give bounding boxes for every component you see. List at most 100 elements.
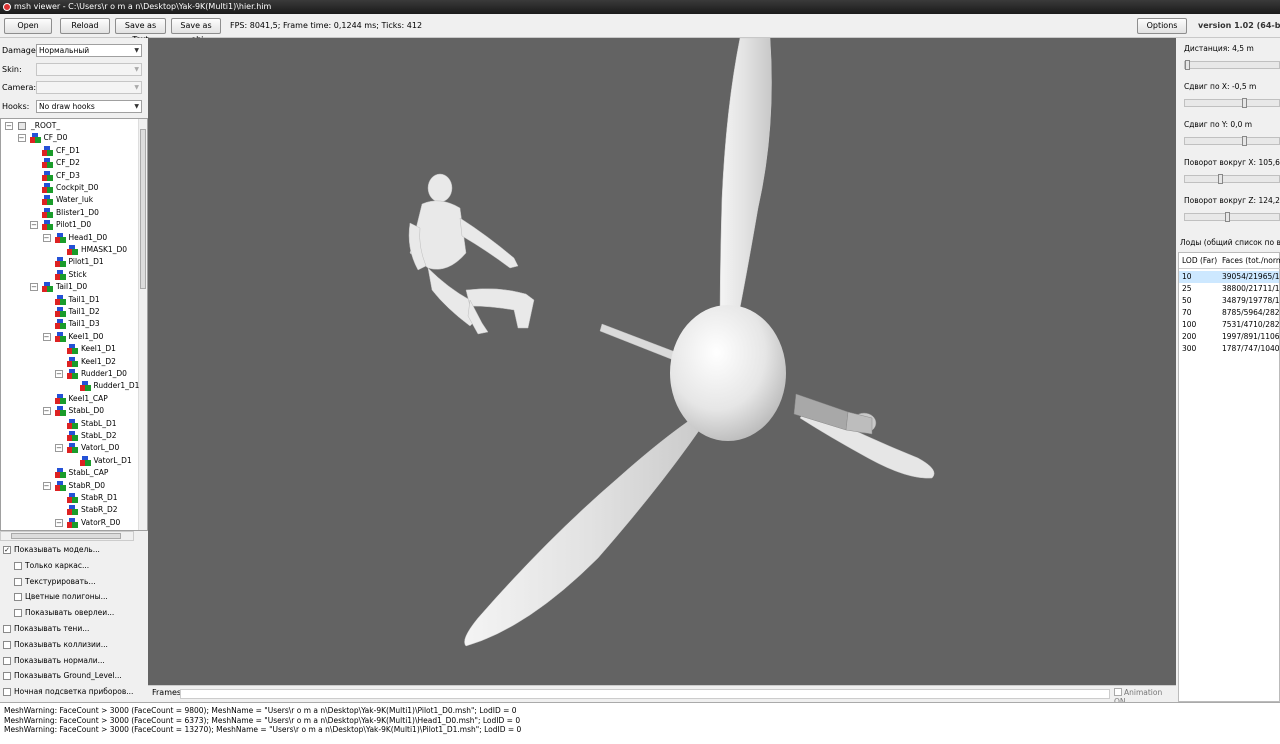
- slider-track[interactable]: [1184, 136, 1280, 146]
- camera-select[interactable]: ▼: [36, 81, 142, 94]
- reload-button[interactable]: Reload: [60, 18, 110, 34]
- lods-col-faces[interactable]: Faces (tot./norm.: [1222, 253, 1280, 269]
- lod-value: 200: [1182, 332, 1197, 341]
- tree-expander-icon[interactable]: −: [42, 233, 51, 242]
- mesh-node-icon: [54, 307, 66, 317]
- faces-value: 34879/19778/151: [1222, 296, 1280, 305]
- slider-knob[interactable]: [1224, 212, 1230, 222]
- option-label: Текстурировать...: [25, 576, 96, 586]
- options-button[interactable]: Options: [1137, 18, 1187, 34]
- tree-expander-icon[interactable]: −: [55, 370, 63, 378]
- mesh-node-icon: [54, 232, 66, 243]
- slider-label: Сдвиг по X: -0,5 m: [1184, 82, 1257, 91]
- tree-expander-icon[interactable]: −: [55, 518, 63, 527]
- 3d-viewport[interactable]: [148, 38, 1176, 685]
- checkbox-box[interactable]: [3, 688, 11, 697]
- tree-horizontal-scrollbar[interactable]: [0, 531, 134, 541]
- checkbox-box[interactable]: [1114, 688, 1122, 696]
- faces-value: 1787/747/1040: [1222, 344, 1280, 353]
- mesh-node-icon: [54, 468, 66, 479]
- mesh-node-icon: [54, 269, 66, 280]
- tree-item-label: Tail1_D1: [68, 294, 100, 304]
- damage-select[interactable]: Нормальный ▼: [36, 44, 142, 57]
- scrollbar-thumb[interactable]: [11, 533, 121, 539]
- slider-track[interactable]: [1184, 60, 1280, 70]
- checkbox-box[interactable]: [14, 561, 22, 570]
- lod-value: 10: [1182, 272, 1192, 281]
- faces-value: 7531/4710/2821: [1222, 320, 1280, 329]
- tree-item-label: Cockpit_D0: [56, 183, 99, 192]
- slider-label: Поворот вокруг X: 105,6°: [1184, 158, 1280, 167]
- tree-expander-icon[interactable]: −: [42, 481, 51, 490]
- tree-item-label: CF_D2: [56, 158, 80, 168]
- checkbox-box[interactable]: [3, 656, 11, 665]
- lod-row[interactable]: 50 34879/19778/151: [1179, 295, 1280, 307]
- scrollbar-thumb[interactable]: [140, 129, 146, 289]
- checkbox-box[interactable]: [3, 640, 11, 649]
- tree-item-label: VatorL_D1: [93, 455, 132, 465]
- lod-row[interactable]: 200 1997/891/1106: [1179, 331, 1280, 343]
- slider-knob[interactable]: [1217, 174, 1223, 184]
- checkbox-box[interactable]: [3, 672, 11, 681]
- mesh-node-icon: [54, 257, 66, 268]
- slider-knob[interactable]: [1242, 136, 1248, 146]
- slider-knob[interactable]: [1185, 60, 1190, 70]
- lod-row[interactable]: 10 39054/21965/170: [1179, 271, 1280, 283]
- open-button[interactable]: Open: [4, 18, 52, 34]
- tree-expander-icon[interactable]: −: [42, 332, 51, 341]
- tree-item-label: Rudder1_D0: [81, 369, 127, 378]
- tree-item-label: Pilot1_D1: [68, 257, 104, 267]
- save-as-obj-button[interactable]: Save as .obj: [171, 18, 221, 44]
- slider-track[interactable]: [1184, 174, 1280, 184]
- checkbox-box[interactable]: [14, 609, 22, 618]
- hierarchy-tree[interactable]: − _ROOT_ − CF_D0 CF_D1 CF_D2 CF_D3 Cockpit_D0 Wa…: [0, 118, 148, 531]
- lod-row[interactable]: 70 8785/5964/2821: [1179, 307, 1280, 319]
- mesh-node-icon: [67, 505, 78, 516]
- lods-table[interactable]: LOD (Far) Faces (tot./norm. 10 39054/2196…: [1178, 252, 1280, 702]
- option-label: Цветные полигоны...: [25, 592, 108, 602]
- faces-value: 39054/21965/170: [1222, 272, 1280, 281]
- slider-label: Поворот вокруг Z: 124,2°: [1184, 196, 1280, 205]
- chevron-down-icon: ▼: [134, 66, 139, 73]
- save-as-text-button[interactable]: Save as Text: [115, 18, 166, 44]
- mesh-node-icon: [67, 418, 78, 429]
- mesh-node-icon: [79, 381, 91, 392]
- frames-slider[interactable]: [180, 689, 1110, 699]
- lods-header: LOD (Far) Faces (tot./norm.: [1179, 253, 1280, 269]
- tree-expander-icon[interactable]: −: [30, 221, 38, 230]
- tree-vertical-scrollbar[interactable]: [138, 119, 147, 530]
- lod-row[interactable]: 25 38800/21711/170: [1179, 283, 1280, 295]
- option-label: Только каркас...: [25, 560, 90, 570]
- tree-item-label: Tail1_D2: [68, 307, 100, 316]
- mesh-node-icon: [67, 356, 78, 367]
- tree-item-label: StabL_D2: [81, 431, 117, 440]
- tree-expander-icon[interactable]: −: [17, 134, 26, 143]
- chevron-down-icon: ▼: [134, 84, 139, 91]
- slider-track[interactable]: [1184, 212, 1280, 222]
- hooks-select[interactable]: No draw hooks ▼: [36, 100, 142, 113]
- tree-expander-icon[interactable]: −: [30, 283, 38, 292]
- lods-col-lod[interactable]: LOD (Far): [1182, 253, 1217, 269]
- mesh-node-icon: [42, 195, 53, 206]
- checkbox-box[interactable]: [3, 625, 11, 633]
- option-label: Показывать тени...: [14, 624, 90, 633]
- tree-expander-icon[interactable]: −: [5, 122, 13, 130]
- lod-row[interactable]: 300 1787/747/1040: [1179, 343, 1280, 355]
- tree-item-label: Rudder1_D1: [93, 381, 140, 391]
- skin-select[interactable]: ▼: [36, 63, 142, 76]
- lod-row[interactable]: 100 7531/4710/2821: [1179, 319, 1280, 331]
- checkbox-box[interactable]: [14, 593, 22, 602]
- mesh-node-icon: [67, 431, 78, 441]
- slider-track[interactable]: [1184, 98, 1280, 108]
- checkmark-icon[interactable]: ✓: [3, 546, 11, 554]
- toolbar: Open Reload Save as Text Save as .obj FP…: [0, 14, 1280, 44]
- faces-value: 38800/21711/170: [1222, 284, 1280, 293]
- checkbox-box[interactable]: [14, 577, 22, 586]
- tree-expander-icon[interactable]: −: [42, 407, 51, 416]
- slider-knob[interactable]: [1242, 98, 1248, 108]
- tree-expander-icon[interactable]: −: [55, 444, 63, 453]
- tree-item-label: CF_D1: [56, 145, 80, 155]
- mesh-node-icon: [54, 331, 66, 342]
- tree-item-label: StabR_D1: [81, 493, 118, 502]
- mesh-node-icon: [54, 406, 66, 417]
